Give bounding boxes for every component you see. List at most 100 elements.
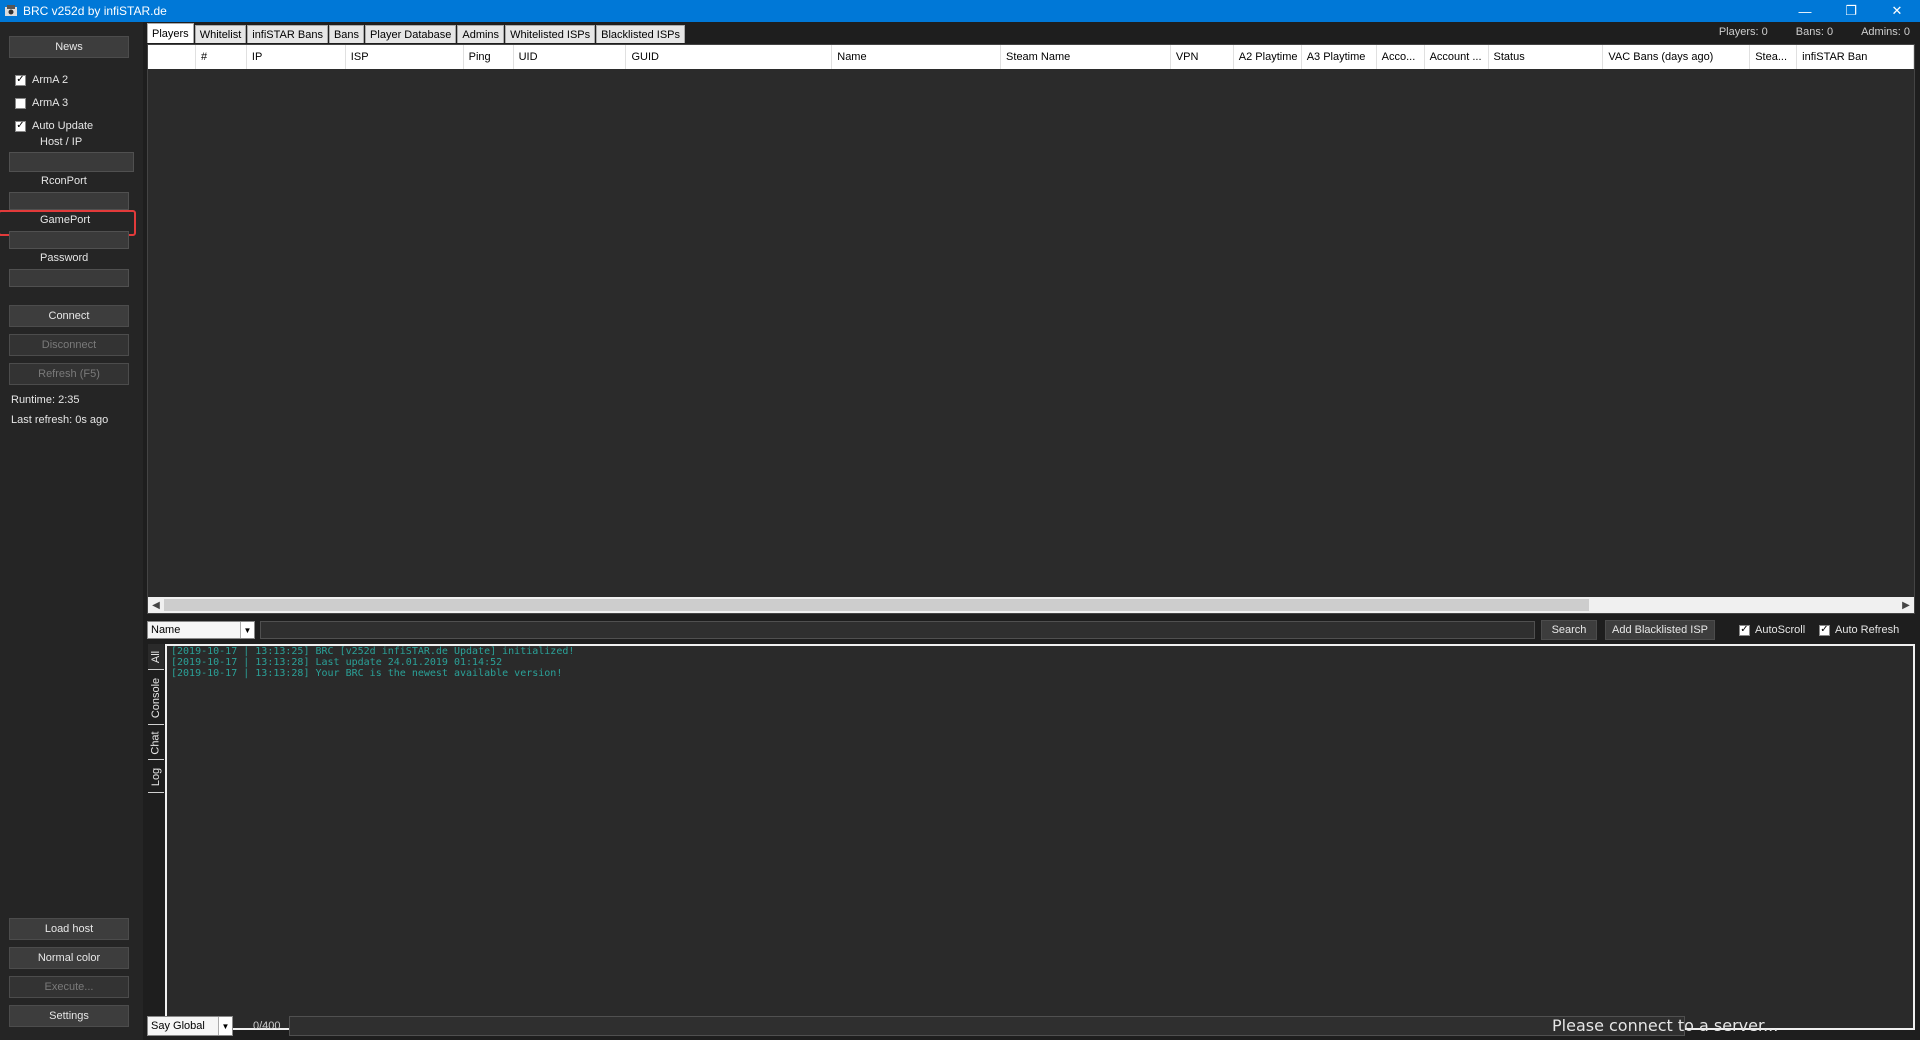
tab-blacklisted-isps[interactable]: Blacklisted ISPs <box>596 25 686 43</box>
search-bar: Name ▼ Search Add Blacklisted ISP ✓ Auto… <box>147 619 1917 641</box>
tab-strip: Players Whitelist infiSTAR Bans Bans Pla… <box>147 23 686 43</box>
tab-admins[interactable]: Admins <box>457 25 505 43</box>
password-input[interactable] <box>9 269 129 287</box>
admins-count: Admins: 0 <box>1861 26 1910 38</box>
close-button[interactable]: ✕ <box>1874 0 1920 22</box>
log-tab-console[interactable]: Console <box>148 671 164 725</box>
host-input[interactable] <box>9 152 134 172</box>
auto-refresh-label: Auto Refresh <box>1835 624 1900 636</box>
rconport-label: RconPort <box>41 175 87 187</box>
message-input[interactable] <box>289 1016 1685 1036</box>
bans-count: Bans: 0 <box>1795 26 1834 38</box>
arma2-label: ArmA 2 <box>32 74 69 86</box>
host-label: Host / IP <box>40 136 83 148</box>
checkbox-empty-icon <box>15 97 26 109</box>
checkbox-check-icon: ✓ <box>15 74 26 86</box>
column-header-ping[interactable]: Ping <box>464 45 514 69</box>
search-field-select[interactable]: Name ▼ <box>147 621 255 639</box>
arma3-label: ArmA 3 <box>32 97 69 109</box>
add-blacklisted-isp-button[interactable]: Add Blacklisted ISP <box>1605 620 1715 640</box>
column-header-guid[interactable]: GUID <box>626 45 833 69</box>
auto-update-label: Auto Update <box>32 120 94 132</box>
arma2-checkbox[interactable]: ✓ ArmA 2 <box>15 74 68 86</box>
chevron-down-icon: ▼ <box>218 1017 232 1035</box>
log-tab-chat[interactable]: Chat <box>148 726 164 760</box>
log-tab-log[interactable]: Log <box>148 761 164 793</box>
column-header-vac-bans[interactable]: VAC Bans (days ago) <box>1603 45 1751 69</box>
scroll-right-icon[interactable]: ▶ <box>1898 597 1914 613</box>
scroll-track[interactable] <box>164 597 1898 613</box>
runtime-text: Runtime: 2:35 <box>11 394 80 406</box>
tab-player-database[interactable]: Player Database <box>365 25 457 43</box>
char-count: 0/400 <box>253 1020 281 1032</box>
column-header-name[interactable]: Name <box>832 45 1002 69</box>
column-header-account-1[interactable]: Acco... <box>1377 45 1425 69</box>
log-output[interactable]: [2019-10-17 | 13:13:25] BRC [v252d infiS… <box>165 644 1915 1030</box>
tab-whitelist[interactable]: Whitelist <box>194 25 247 43</box>
column-header-steam[interactable]: Stea... <box>1750 45 1798 69</box>
news-button[interactable]: News <box>9 36 129 58</box>
connection-status: Please connect to a server... <box>1552 1016 1779 1035</box>
column-header-status[interactable]: Status <box>1489 45 1604 69</box>
load-host-button[interactable]: Load host <box>9 918 129 940</box>
stats-bar: Players: 0 Bans: 0 Admins: 0 <box>1719 26 1910 38</box>
checkbox-check-icon: ✓ <box>15 120 26 132</box>
auto-refresh-checkbox[interactable]: ✓ Auto Refresh <box>1819 624 1899 636</box>
main-panel: Players Whitelist infiSTAR Bans Bans Pla… <box>143 22 1920 1040</box>
log-line: [2019-10-17 | 13:13:28] Your BRC is the … <box>171 668 563 679</box>
column-header-a3-playtime[interactable]: A3 Playtime <box>1302 45 1377 69</box>
players-count: Players: 0 <box>1718 26 1768 38</box>
search-field-value: Name <box>151 624 181 636</box>
rconport-input[interactable] <box>9 192 129 210</box>
column-header-steam-name[interactable]: Steam Name <box>1001 45 1171 69</box>
arma3-checkbox[interactable]: ArmA 3 <box>15 97 68 109</box>
column-header-infistar-ban[interactable]: infiSTAR Ban <box>1797 45 1915 69</box>
connect-button[interactable]: Connect <box>9 305 129 327</box>
search-input[interactable] <box>260 621 1535 639</box>
column-header-index[interactable]: # <box>196 45 247 69</box>
normal-color-button[interactable]: Normal color <box>9 947 129 969</box>
gameport-input[interactable] <box>9 231 129 249</box>
checkbox-check-icon: ✓ <box>1739 624 1750 636</box>
log-panel: All Console Chat Log [2019-10-17 | 13:13… <box>147 644 1915 1034</box>
message-bar: Say Global ▼ 0/400 Please connect to a s… <box>143 1015 1920 1037</box>
log-tab-all[interactable]: All <box>148 644 164 670</box>
scroll-thumb[interactable] <box>164 599 1589 611</box>
last-refresh-text: Last refresh: 0s ago <box>11 414 109 426</box>
chevron-down-icon: ▼ <box>240 622 254 638</box>
settings-button[interactable]: Settings <box>9 1005 129 1027</box>
log-line: [2019-10-17 | 13:13:28] Last update 24.0… <box>171 657 503 668</box>
autoscroll-checkbox[interactable]: ✓ AutoScroll <box>1739 624 1805 636</box>
search-button[interactable]: Search <box>1541 620 1597 640</box>
scroll-left-icon[interactable]: ◀ <box>148 597 164 613</box>
title-bar: BRC v252d by infiSTAR.de — ❐ ✕ <box>0 0 1920 22</box>
auto-update-checkbox[interactable]: ✓ Auto Update <box>15 120 93 132</box>
column-header-account-2[interactable]: Account ... <box>1425 45 1489 69</box>
tab-infistar-bans[interactable]: infiSTAR Bans <box>247 25 328 43</box>
disconnect-button[interactable]: Disconnect <box>9 334 129 356</box>
app-icon <box>3 3 19 19</box>
log-line: [2019-10-17 | 13:13:25] BRC [v252d infiS… <box>171 646 575 657</box>
refresh-button[interactable]: Refresh (F5) <box>9 363 129 385</box>
window-title: BRC v252d by infiSTAR.de <box>23 4 167 18</box>
tab-whitelisted-isps[interactable]: Whitelisted ISPs <box>505 25 596 43</box>
checkbox-check-icon: ✓ <box>1819 624 1830 636</box>
horizontal-scrollbar[interactable]: ◀ ▶ <box>148 597 1914 613</box>
column-header[interactable] <box>148 45 196 69</box>
minimize-button[interactable]: — <box>1782 0 1828 22</box>
column-header-a2-playtime[interactable]: A2 Playtime <box>1234 45 1302 69</box>
restore-button[interactable]: ❐ <box>1828 0 1874 22</box>
column-header-ip[interactable]: IP <box>247 45 346 69</box>
tab-players[interactable]: Players <box>147 23 194 43</box>
execute-button[interactable]: Execute... <box>9 976 129 998</box>
table-header: # IP ISP Ping UID GUID Name Steam Name V… <box>148 45 1915 69</box>
password-label: Password <box>40 252 89 264</box>
column-header-uid[interactable]: UID <box>514 45 627 69</box>
gameport-label: GamePort <box>40 214 91 226</box>
tab-bans[interactable]: Bans <box>328 25 365 43</box>
sidebar: News ✓ ArmA 2 ArmA 3 ✓ Auto Update Host … <box>0 22 143 1040</box>
say-mode-select[interactable]: Say Global ▼ <box>147 1016 233 1036</box>
column-header-vpn[interactable]: VPN <box>1171 45 1234 69</box>
players-table[interactable]: # IP ISP Ping UID GUID Name Steam Name V… <box>147 44 1915 614</box>
column-header-isp[interactable]: ISP <box>346 45 464 69</box>
